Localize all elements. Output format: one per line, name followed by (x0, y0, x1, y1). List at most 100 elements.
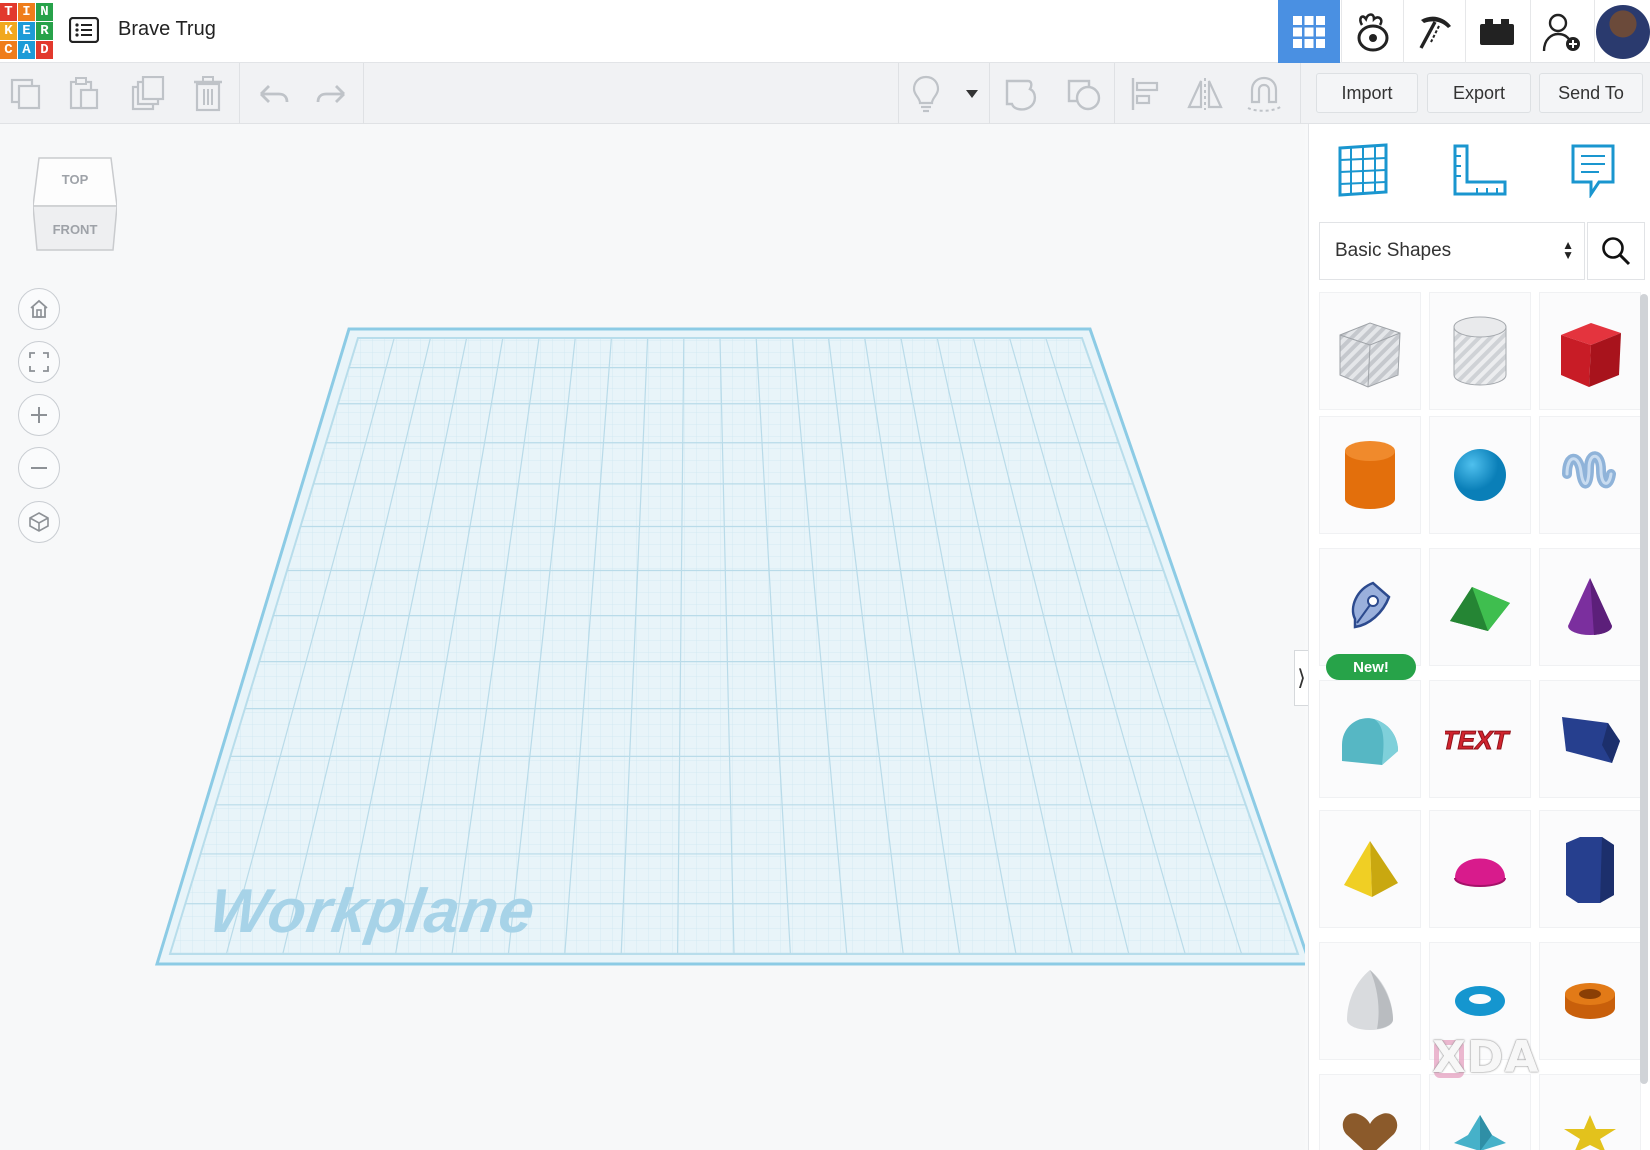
paste-icon[interactable] (63, 73, 105, 115)
top-bar: TIN KER CAD Brave Trug (0, 0, 1650, 63)
box-hole-icon (1339, 322, 1401, 388)
cruise-magnet-icon[interactable] (1244, 73, 1286, 115)
design-title[interactable]: Brave Trug (118, 18, 216, 41)
build-icon[interactable] (1403, 0, 1465, 63)
export-button[interactable]: Export (1427, 73, 1531, 113)
cone-icon (1568, 578, 1613, 635)
zoom-in-icon[interactable] (18, 394, 60, 436)
text-icon: TEXT (1445, 725, 1512, 756)
perspective-icon[interactable] (18, 501, 60, 543)
logo-letter: K (0, 22, 17, 40)
copy-icon[interactable] (5, 73, 47, 115)
shape-box-hole[interactable] (1319, 292, 1421, 410)
new-badge: New! (1326, 654, 1416, 680)
toolbar-divider (1114, 63, 1115, 124)
heart-icon (1342, 1113, 1398, 1150)
shape-round-roof[interactable] (1319, 680, 1421, 798)
shape-pyramid[interactable] (1319, 810, 1421, 928)
logo-letter: N (36, 3, 53, 21)
zoom-out-icon[interactable] (18, 447, 60, 489)
lightbulb-dropdown-icon[interactable] (955, 73, 989, 115)
duplicate-icon[interactable] (127, 73, 169, 115)
redo-icon[interactable] (311, 73, 353, 115)
send-to-button[interactable]: Send To (1539, 73, 1643, 113)
shape-generator-icon (1351, 581, 1391, 629)
search-icon[interactable] (1587, 222, 1645, 280)
cylinder-hole-icon (1453, 316, 1507, 386)
avatar[interactable] (1594, 0, 1650, 63)
panel-scrollbar[interactable] (1640, 294, 1648, 1084)
edit-toolbar: Import Export Send To (0, 63, 1650, 124)
shape-cylinder[interactable] (1319, 416, 1421, 534)
ungroup-icon[interactable] (1063, 73, 1105, 115)
blocks-icon[interactable] (1465, 0, 1527, 63)
logo-letter: E (18, 22, 35, 40)
workplane[interactable] (0, 124, 1305, 1150)
toolbar-divider (363, 63, 364, 124)
logo-letter: C (0, 41, 17, 59)
shape-scribble[interactable] (1539, 416, 1641, 534)
tube-icon (1565, 983, 1615, 1019)
shape-half-sphere[interactable] (1429, 810, 1531, 928)
panel-collapse-handle[interactable]: ⟩ (1294, 650, 1308, 706)
toolbar-divider (1300, 63, 1301, 124)
svg-text:TEXT: TEXT (1445, 725, 1512, 755)
shape-paraboloid[interactable] (1319, 942, 1421, 1060)
scribble-icon (1562, 451, 1616, 489)
view-cube-front[interactable]: FRONT (53, 222, 98, 237)
torus-icon (1455, 986, 1505, 1016)
logo-letter: A (18, 41, 35, 59)
shape-star[interactable] (1539, 1074, 1641, 1150)
shape-polygon[interactable] (1539, 810, 1641, 928)
shape-cone[interactable] (1539, 548, 1641, 666)
logo-letter: R (36, 22, 53, 40)
pyramid-icon (1344, 841, 1398, 897)
polygon-icon (1566, 837, 1614, 903)
group-icon[interactable] (1001, 73, 1043, 115)
round-roof-icon (1342, 718, 1398, 765)
workplane-label: Workplane (205, 877, 540, 946)
tinkercad-app: TINKERCAD Brave Trug Import Export Send … (0, 0, 1650, 1150)
cylinder-icon (1345, 441, 1395, 509)
fit-view-icon[interactable] (18, 341, 60, 383)
shape-library-select[interactable]: Basic Shapes ▲ ▼ (1319, 222, 1585, 280)
3d-canvas[interactable]: Workplane TOP FRONT (0, 124, 1305, 1150)
logo-letter: T (0, 3, 17, 21)
shape-library-value: Basic Shapes (1335, 240, 1452, 261)
mirror-icon[interactable] (1184, 73, 1226, 115)
shape-shape-generator[interactable] (1319, 548, 1421, 666)
ruler-tool-icon[interactable] (1447, 138, 1511, 202)
design-menu-icon[interactable] (68, 14, 100, 46)
notes-tool-icon[interactable] (1561, 138, 1625, 202)
star-gem-icon (1454, 1115, 1506, 1150)
star-icon (1564, 1115, 1616, 1150)
shape-tube[interactable] (1539, 942, 1641, 1060)
view-cube-top[interactable]: TOP (62, 172, 89, 187)
select-arrows-icon: ▲ ▼ (1562, 238, 1574, 262)
invite-user-icon[interactable] (1530, 0, 1592, 63)
shape-heart[interactable] (1319, 1074, 1421, 1150)
workplane-tool-icon[interactable] (1331, 138, 1395, 202)
shape-text[interactable]: TEXT (1429, 680, 1531, 798)
delete-icon[interactable] (187, 73, 229, 115)
shape-box[interactable] (1539, 292, 1641, 410)
shape-star-gem[interactable] (1429, 1074, 1531, 1150)
simulation-icon[interactable] (1341, 0, 1403, 63)
lightbulb-icon[interactable] (905, 73, 947, 115)
shape-sphere[interactable] (1429, 416, 1531, 534)
shapes-panel: Basic Shapes ▲ ▼ TEXT New! (1308, 124, 1650, 1150)
shape-wedge[interactable] (1539, 680, 1641, 798)
shape-roof[interactable] (1429, 548, 1531, 666)
view-cube[interactable]: TOP FRONT (32, 154, 118, 252)
shape-cylinder-hole[interactable] (1429, 292, 1531, 410)
import-button[interactable]: Import (1316, 73, 1418, 113)
toolbar-divider (989, 63, 990, 124)
tinkercad-logo[interactable]: TIN KER CAD (0, 3, 54, 60)
avatar-image (1595, 4, 1650, 59)
undo-icon[interactable] (252, 73, 294, 115)
sphere-icon (1454, 449, 1506, 501)
grid-view-icon[interactable] (1278, 0, 1340, 63)
align-icon[interactable] (1124, 73, 1166, 115)
home-view-icon[interactable] (18, 288, 60, 330)
toolbar-divider (239, 63, 240, 124)
